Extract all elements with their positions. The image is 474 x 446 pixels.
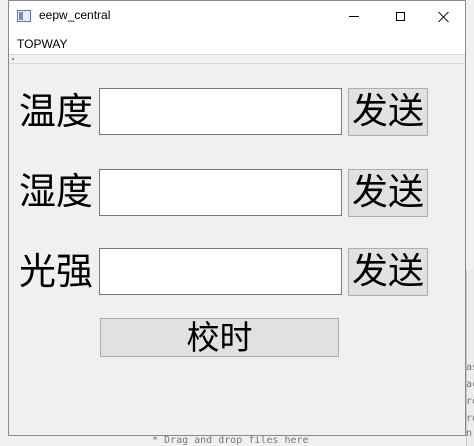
background-text-fragment: ro [466, 396, 474, 407]
close-button[interactable] [421, 1, 467, 32]
toolbar-grip-handle[interactable] [12, 58, 14, 60]
minimize-button[interactable] [331, 1, 377, 32]
background-text-fragment: n [466, 428, 473, 439]
temperature-input[interactable] [99, 88, 342, 135]
time-sync-button[interactable]: 校时 [100, 318, 339, 357]
send-temperature-button[interactable]: 发送 [348, 88, 428, 136]
send-humidity-button[interactable]: 发送 [348, 169, 428, 217]
toolbar [9, 54, 465, 64]
drag-drop-hint: * Drag and drop files here [152, 435, 309, 446]
window-title: eepw_central [39, 8, 111, 22]
close-icon [438, 11, 450, 23]
maximize-button[interactable] [377, 1, 423, 32]
title-bar[interactable]: eepw_central [9, 1, 465, 32]
menu-bar: TOPWAY [9, 32, 465, 54]
maximize-icon [395, 12, 405, 21]
light-intensity-input[interactable] [99, 248, 342, 295]
app-window: eepw_central TOPWAY 温度 发送 湿度 发送 光强 发送 校时 [8, 0, 466, 436]
temperature-label: 温度 [19, 90, 93, 133]
humidity-input[interactable] [99, 169, 342, 216]
background-text-fragment: as [466, 362, 474, 373]
background-text-fragment: ac [466, 379, 474, 390]
light-intensity-label: 光强 [19, 250, 93, 293]
app-icon [17, 10, 31, 22]
humidity-label: 湿度 [19, 170, 93, 213]
menu-item-topway[interactable]: TOPWAY [17, 37, 67, 51]
background-text-fragment: ro [466, 413, 474, 424]
minimize-icon [349, 16, 359, 17]
send-light-intensity-button[interactable]: 发送 [348, 248, 428, 296]
